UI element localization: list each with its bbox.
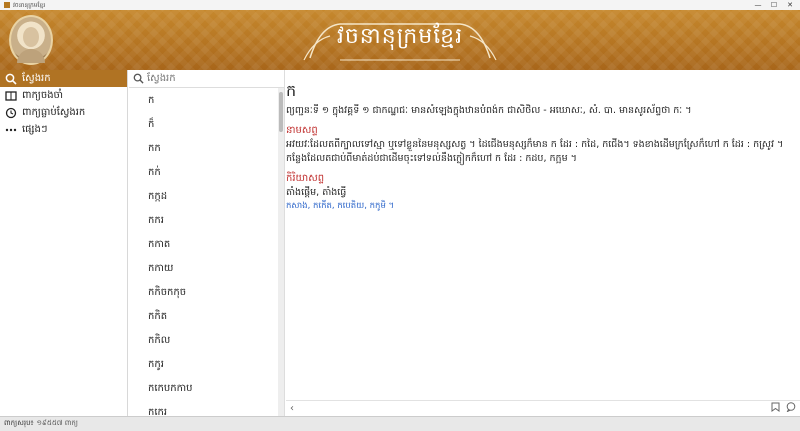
avatar: [9, 15, 53, 65]
book-icon: [4, 89, 18, 103]
sidebar-item-label: ពាក្យចងចាំ: [22, 90, 64, 101]
title-bar: វចនានុក្រមខ្មែរ — ☐ ✕: [0, 0, 800, 10]
window-controls: — ☐ ✕: [750, 0, 798, 10]
headword: ក: [286, 81, 297, 100]
header-banner: វចនានុក្រមខ្មែរ: [0, 10, 800, 70]
sidebar-item-search[interactable]: ស្វែងរក: [0, 70, 127, 87]
comment-icon[interactable]: [786, 402, 796, 415]
status-label: ពាក្យសរុប៖: [4, 419, 34, 427]
maximize-button[interactable]: ☐: [766, 0, 782, 10]
minimize-button[interactable]: —: [750, 0, 766, 10]
search-input[interactable]: [147, 71, 277, 86]
word-count: ១៩៥៥៧ ពាក្យ: [36, 419, 78, 427]
list-item[interactable]: កកិត: [129, 304, 279, 328]
list-item[interactable]: កកិល: [129, 328, 279, 352]
part-of-speech: កិរិយាសព្ទ: [286, 173, 325, 184]
list-item[interactable]: ក: [129, 88, 279, 112]
word-list-scrollbar[interactable]: [278, 88, 284, 416]
detail-toolbar: ‹: [286, 400, 800, 416]
avatar-face: [23, 27, 39, 47]
close-button[interactable]: ✕: [782, 0, 798, 10]
sidebar-item-label: ផ្សេងៗ: [22, 124, 48, 135]
sidebar-item-more[interactable]: ផ្សេងៗ: [0, 121, 127, 138]
detail-actions: [771, 402, 796, 415]
back-button[interactable]: ‹: [290, 403, 294, 414]
bookmark-icon[interactable]: [771, 402, 780, 415]
list-item[interactable]: កកាយ: [129, 256, 279, 280]
scrollbar-thumb[interactable]: [279, 92, 283, 132]
sidebar-item-saved-words[interactable]: ពាក្យចងចាំ: [0, 87, 127, 104]
app-icon: [4, 2, 10, 8]
list-item[interactable]: កកិចកកុច: [129, 280, 279, 304]
banner-title: វចនានុក្រមខ្មែរ: [336, 24, 464, 49]
list-item[interactable]: កករ: [129, 208, 279, 232]
search-icon: [4, 72, 18, 86]
search-bar: [129, 70, 284, 88]
list-item[interactable]: កក្កដ: [129, 184, 279, 208]
list-item[interactable]: ក៏: [129, 112, 279, 136]
sidebar-item-label: ស្វែងរក: [22, 73, 51, 84]
more-icon: [4, 123, 18, 137]
search-icon: [132, 73, 144, 85]
word-list-panel: ក ក៏ កក កក់ កក្កដ កករ កកាត កកាយ កកិចកកុច…: [129, 70, 285, 416]
app-window: វចនានុក្រមខ្មែរ — ☐ ✕ វចនានុក្រមខ្មែរ ស្…: [0, 0, 800, 431]
banner-frame: វចនានុក្រមខ្មែរ: [300, 16, 500, 64]
list-item[interactable]: កកាត: [129, 232, 279, 256]
status-bar: ពាក្យសរុប៖ ១៩៥៥៧ ពាក្យ: [0, 416, 800, 431]
related-words-links[interactable]: កសាង, កកើត, កបេតិយ, កកូមិ ។: [286, 200, 800, 212]
history-icon: [4, 106, 18, 120]
sidebar-item-label: ពាក្យធ្លាប់ស្វែងរក: [22, 107, 86, 118]
definition-text: តាំងផ្ដើម, តាំងធ្វើ: [286, 187, 347, 198]
sidebar-item-history[interactable]: ពាក្យធ្លាប់ស្វែងរក: [0, 104, 127, 121]
definition-text: អវយវៈដែលតពីក្បាលទៅស្មា ឬទៅខ្លួននៃមនុស្សស…: [286, 139, 784, 164]
sidebar-nav: ស្វែងរក ពាក្យចងចាំ ពាក្យធ្លាប់ស្វែងរក ផ្…: [0, 70, 128, 416]
window-title: វចនានុក្រមខ្មែរ: [13, 1, 46, 9]
list-item[interactable]: កកេបកកាប: [129, 376, 279, 400]
word-list: ក ក៏ កក កក់ កក្កដ កករ កកាត កកាយ កកិចកកុច…: [129, 88, 279, 417]
list-item[interactable]: កកូរ: [129, 352, 279, 376]
list-item[interactable]: កកេរ: [129, 400, 279, 417]
definition-text: ព្យញ្ជនៈទី ១ ក្នុងវគ្គទី ១ ជាកណ្ឋជៈ មានស…: [286, 105, 692, 116]
list-item[interactable]: កក: [129, 136, 279, 160]
part-of-speech: នាមសព្ទ: [286, 125, 318, 136]
definition-panel: ក ព្យញ្ជនៈទី ១ ក្នុងវគ្គទី ១ ជាកណ្ឋជៈ មា…: [286, 70, 800, 416]
list-item[interactable]: កក់: [129, 160, 279, 184]
avatar-robe: [17, 49, 45, 63]
